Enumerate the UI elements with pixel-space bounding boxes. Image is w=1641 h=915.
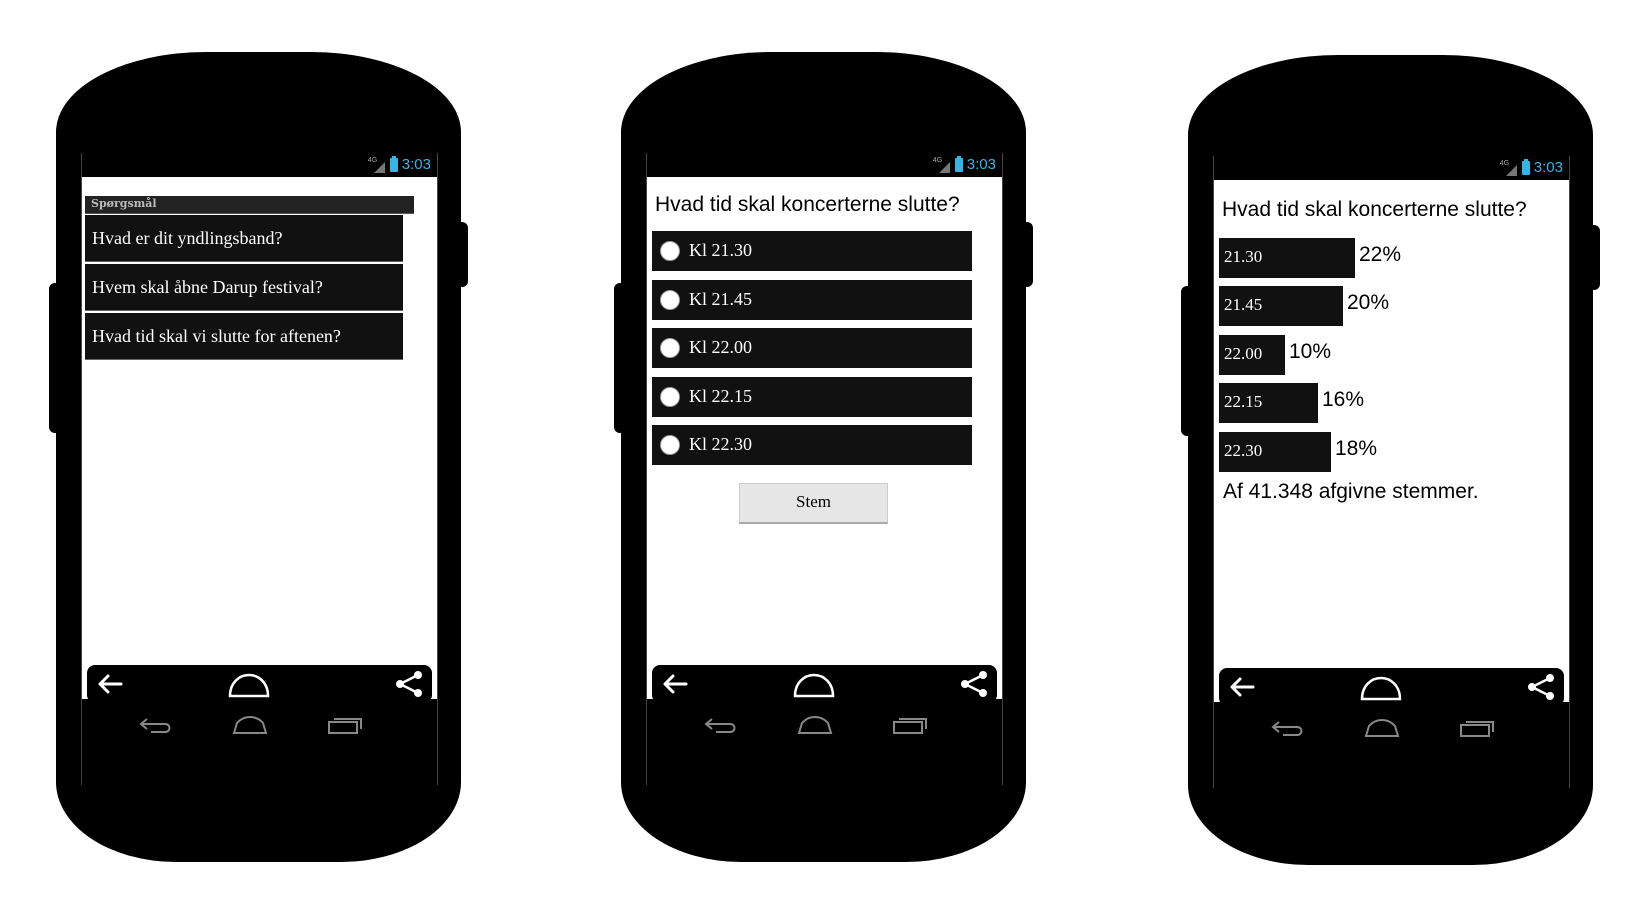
screen: 4G 3:03 Spørgsmål Hvad er dit yndlingsba… [81, 153, 438, 785]
system-back-icon[interactable] [137, 713, 177, 737]
result-label: 22.00 [1224, 344, 1263, 363]
phone-poll: 4G 3:03 Hvad tid skal koncerterne slutte… [614, 52, 1033, 862]
question-item[interactable]: Hvem skal åbne Darup festival? [85, 264, 403, 311]
status-clock: 3:03 [401, 156, 431, 173]
battery-icon [954, 155, 963, 172]
result-label: 22.30 [1224, 441, 1263, 460]
system-recent-apps-icon[interactable] [325, 713, 365, 737]
system-nav-bar [647, 699, 1002, 785]
battery-icon [1521, 158, 1530, 175]
system-home-icon[interactable] [230, 713, 270, 737]
result-percent: 18% [1335, 437, 1378, 460]
result-label: 21.30 [1224, 247, 1263, 266]
option-label: Kl 21.30 [689, 240, 752, 260]
result-row: 22.30 18% [1219, 432, 1391, 472]
back-arrow-icon[interactable] [95, 671, 125, 697]
power-button [1021, 222, 1033, 287]
share-icon[interactable] [959, 669, 989, 699]
network-signal-icon: 4G [368, 157, 386, 173]
share-icon[interactable] [394, 669, 424, 699]
home-icon[interactable] [1359, 674, 1403, 702]
section-header: Spørgsmål [85, 196, 414, 214]
status-bar: 4G 3:03 [1214, 156, 1569, 180]
poll-option[interactable]: Kl 22.15 [652, 377, 972, 417]
status-clock: 3:03 [966, 156, 996, 173]
app-nav-bar [1219, 668, 1564, 706]
radio-button[interactable] [660, 290, 680, 310]
radio-button[interactable] [660, 435, 680, 455]
power-button [456, 222, 468, 287]
share-icon[interactable] [1526, 672, 1556, 702]
poll-option[interactable]: Kl 22.30 [652, 425, 972, 465]
results-question: Hvad tid skal koncerterne slutte? [1222, 198, 1527, 221]
result-row: 22.00 10% [1219, 335, 1345, 375]
result-label: 22.15 [1224, 392, 1263, 411]
app-nav-bar [652, 665, 997, 703]
screen: 4G 3:03 Hvad tid skal koncerterne slutte… [1213, 156, 1570, 788]
system-home-icon[interactable] [1362, 716, 1402, 740]
option-label: Kl 22.00 [689, 337, 752, 357]
result-row: 21.45 20% [1219, 286, 1403, 326]
system-nav-bar [82, 699, 437, 785]
question-item[interactable]: Hvad er dit yndlingsband? [85, 215, 403, 262]
app-content: Hvad tid skal koncerterne slutte? 21.30 2… [1214, 180, 1569, 706]
option-label: Kl 22.15 [689, 386, 752, 406]
vote-button[interactable]: Stem [739, 483, 888, 524]
total-votes: Af 41.348 afgivne stemmer. [1223, 480, 1479, 503]
volume-button [1181, 286, 1193, 436]
system-back-icon[interactable] [1269, 716, 1309, 740]
system-recent-apps-icon[interactable] [1457, 716, 1497, 740]
result-percent: 22% [1359, 243, 1402, 266]
result-percent: 16% [1322, 388, 1365, 411]
phone-results: 4G 3:03 Hvad tid skal koncerterne slutte… [1181, 55, 1600, 865]
network-signal-icon: 4G [1500, 160, 1518, 176]
volume-button [49, 283, 61, 433]
poll-question: Hvad tid skal koncerterne slutte? [655, 193, 960, 216]
app-content: Hvad tid skal koncerterne slutte? Kl 21.… [647, 177, 1002, 703]
home-icon[interactable] [227, 671, 271, 699]
result-percent: 10% [1289, 340, 1332, 363]
poll-option[interactable]: Kl 21.30 [652, 231, 972, 271]
poll-option[interactable]: Kl 22.00 [652, 328, 972, 368]
home-icon[interactable] [792, 671, 836, 699]
app-nav-bar [87, 665, 432, 703]
network-signal-icon: 4G [933, 157, 951, 173]
system-nav-bar [1214, 702, 1569, 788]
status-bar: 4G 3:03 [82, 153, 437, 177]
screen: 4G 3:03 Hvad tid skal koncerterne slutte… [646, 153, 1003, 785]
result-row: 22.15 16% [1219, 383, 1378, 423]
volume-button [614, 283, 626, 433]
system-home-icon[interactable] [795, 713, 835, 737]
option-label: Kl 22.30 [689, 434, 752, 454]
app-content: Spørgsmål Hvad er dit yndlingsband? Hvem… [82, 177, 437, 703]
battery-icon [389, 155, 398, 172]
radio-button[interactable] [660, 338, 680, 358]
power-button [1588, 225, 1600, 290]
status-bar: 4G 3:03 [647, 153, 1002, 177]
result-row: 21.30 22% [1219, 238, 1415, 278]
result-percent: 20% [1347, 291, 1390, 314]
poll-option[interactable]: Kl 21.45 [652, 280, 972, 320]
option-label: Kl 21.45 [689, 289, 752, 309]
back-arrow-icon[interactable] [1227, 674, 1257, 700]
question-item[interactable]: Hvad tid skal vi slutte for aftenen? [85, 313, 403, 360]
radio-button[interactable] [660, 241, 680, 261]
status-clock: 3:03 [1533, 159, 1563, 176]
system-recent-apps-icon[interactable] [890, 713, 930, 737]
phone-question-list: 4G 3:03 Spørgsmål Hvad er dit yndlingsba… [49, 52, 468, 862]
back-arrow-icon[interactable] [660, 671, 690, 697]
system-back-icon[interactable] [702, 713, 742, 737]
radio-button[interactable] [660, 387, 680, 407]
result-label: 21.45 [1224, 295, 1263, 314]
